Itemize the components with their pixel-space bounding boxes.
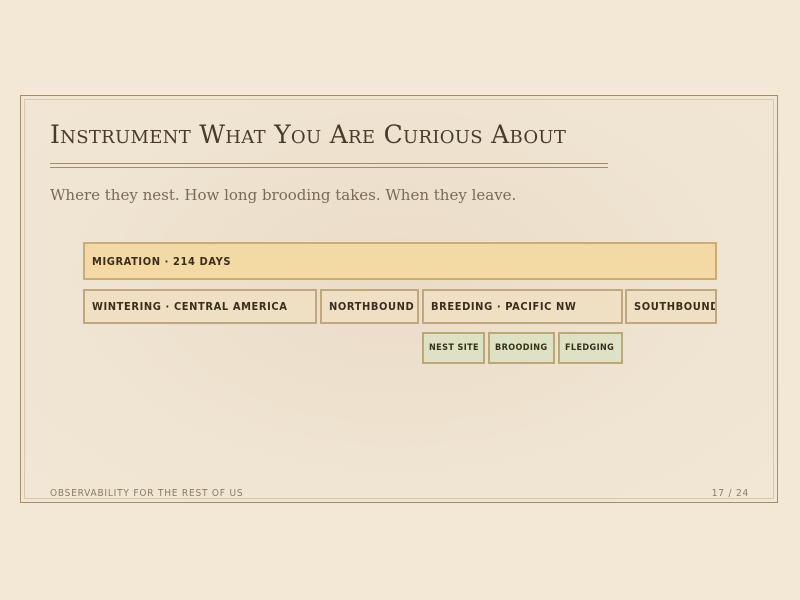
timeline-bar-nest-site: NEST SITE: [422, 332, 485, 364]
slide-subtitle: Where they nest. How long brooding takes…: [50, 186, 517, 204]
title-divider: [50, 163, 608, 168]
timeline-bar-southbound: SOUTHBOUND: [625, 289, 717, 324]
timeline-bar-brooding: BROODING: [488, 332, 555, 364]
slide-title: Instrument What You Are Curious About: [50, 120, 567, 149]
footer-deck-title: OBSERVABILITY FOR THE REST OF US: [50, 488, 244, 499]
timeline-bar-northbound: NORTHBOUND: [320, 289, 419, 324]
timeline-bar-fledging: FLEDGING: [558, 332, 623, 364]
timeline-bar-breeding: BREEDING · PACIFIC NW: [422, 289, 623, 324]
page-number: 17 / 24: [711, 488, 749, 499]
timeline-bar-migration: MIGRATION · 214 DAYS: [83, 242, 717, 280]
slide: Instrument What You Are Curious About Wh…: [20, 95, 778, 503]
timeline-bar-wintering: WINTERING · CENTRAL AMERICA: [83, 289, 317, 324]
